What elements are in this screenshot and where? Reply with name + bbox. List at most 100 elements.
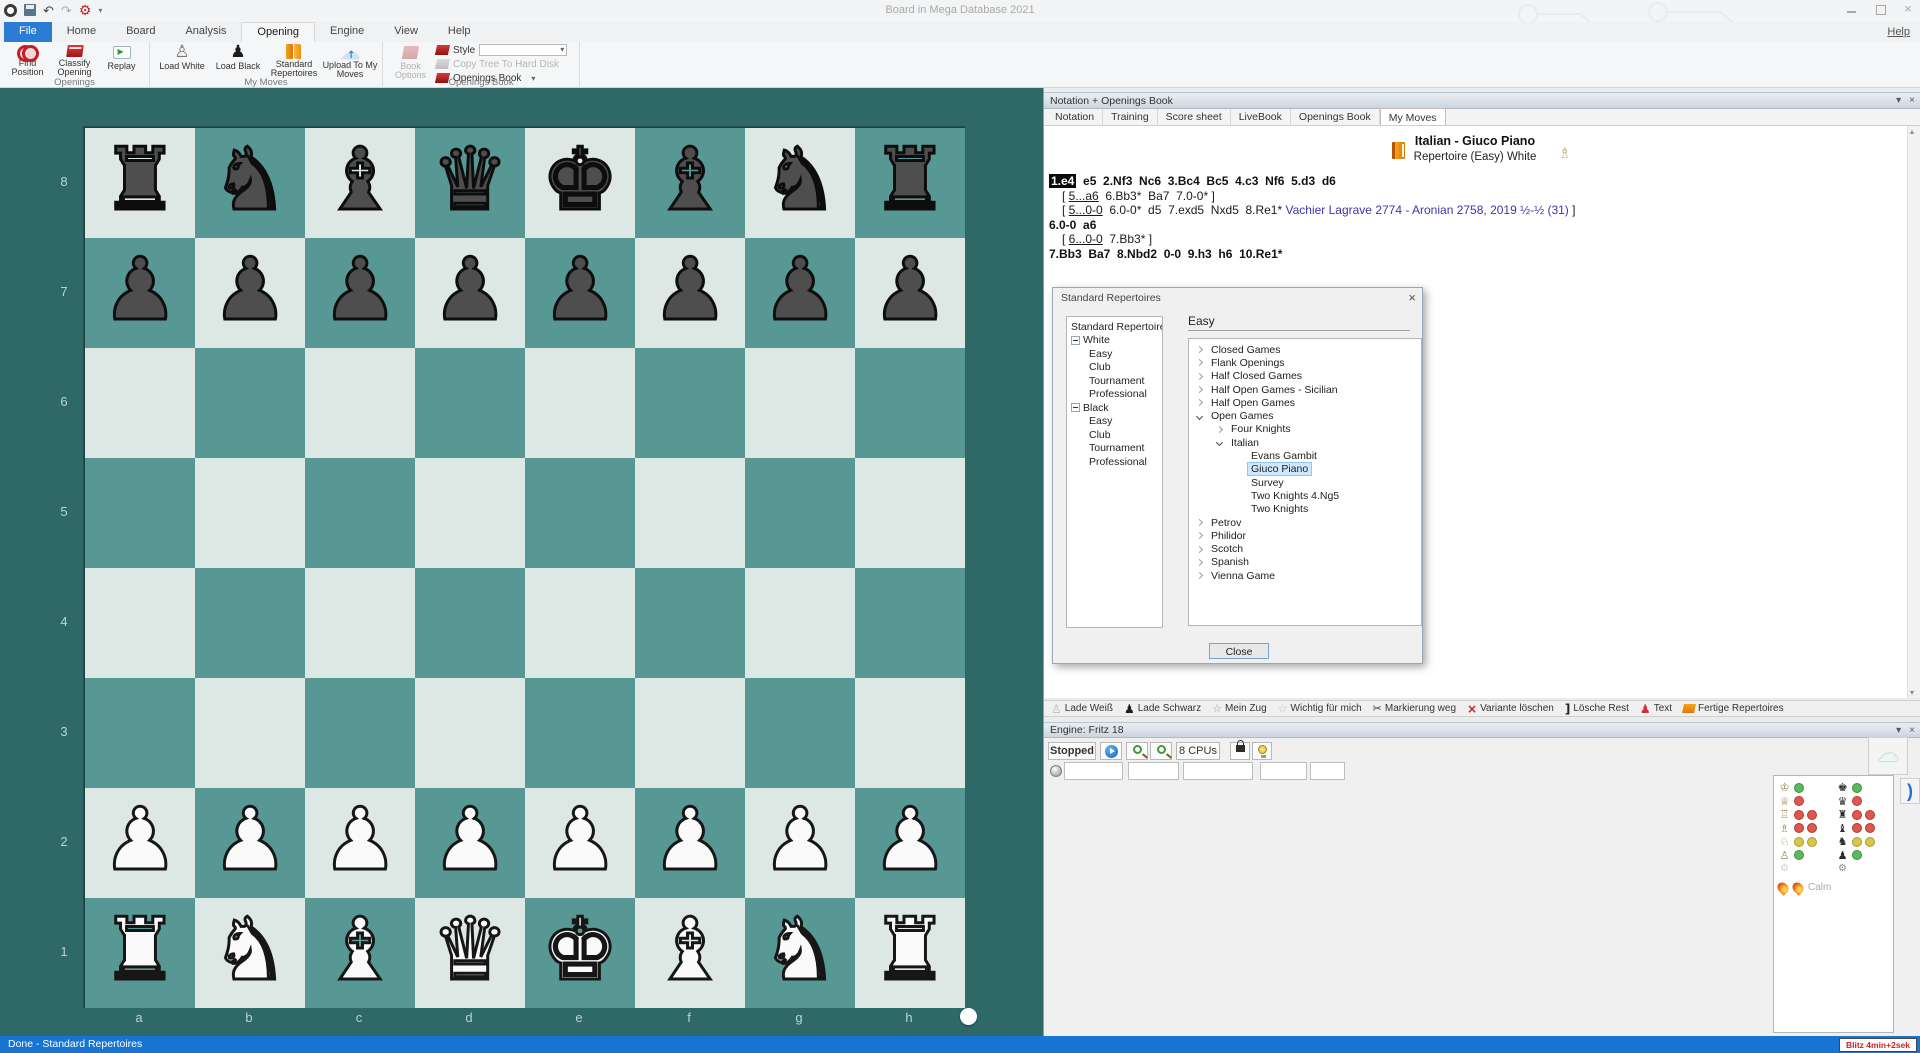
opening-item-italian[interactable]: Italian [1191, 436, 1421, 449]
chevron-right-icon[interactable] [1196, 532, 1203, 539]
square-g1[interactable]: ♞ [745, 898, 855, 1008]
piece-black-rook[interactable]: ♜ [85, 128, 195, 238]
piece-black-pawn[interactable]: ♟ [635, 238, 745, 348]
chevron-right-icon[interactable] [1216, 426, 1223, 433]
tree-item-white[interactable]: White [1071, 334, 1162, 348]
lade-wei-button[interactable]: ♙Lade Weiß [1051, 702, 1113, 716]
dialog-close-icon[interactable]: × [1408, 290, 1416, 305]
restore-icon[interactable] [1874, 4, 1886, 14]
square-d1[interactable]: ♛ [415, 898, 525, 1008]
piece-white-pawn[interactable]: ♟ [635, 788, 745, 898]
square-b2[interactable]: ♟ [195, 788, 305, 898]
ribbon-tab-home[interactable]: Home [52, 22, 111, 42]
move[interactable]: 6.0-0 a6 [1049, 218, 1096, 232]
ribbon-tab-file[interactable]: File [4, 22, 52, 42]
piece-white-pawn[interactable]: ♟ [525, 788, 635, 898]
ribbon-tab-help[interactable]: Help [433, 22, 486, 42]
close-button[interactable]: Close [1209, 643, 1269, 659]
opening-item-two-knights-4-ng5[interactable]: Two Knights 4.Ng5 [1191, 489, 1421, 502]
square-d7[interactable]: ♟ [415, 238, 525, 348]
square-c1[interactable]: ♝ [305, 898, 415, 1008]
square-d3[interactable] [415, 678, 525, 788]
chevron-right-icon[interactable] [1196, 373, 1203, 380]
scroll-down-icon[interactable]: ▾ [1910, 688, 1914, 697]
tab-my-moves[interactable]: My Moves [1380, 108, 1446, 125]
piece-white-pawn[interactable]: ♟ [85, 788, 195, 898]
tree-item-professional[interactable]: Professional [1071, 388, 1162, 402]
piece-black-bishop[interactable]: ♝ [635, 128, 745, 238]
game-reference[interactable]: Vachier Lagrave 2774 - Aronian 2758, 201… [1285, 203, 1568, 217]
move[interactable]: 5...a6 [1069, 189, 1099, 203]
chevron-right-icon[interactable] [1196, 519, 1203, 526]
square-h7[interactable]: ♟ [855, 238, 965, 348]
square-a4[interactable] [85, 568, 195, 678]
scroll-up-icon[interactable]: ▴ [1910, 127, 1914, 136]
move[interactable]: ] [1569, 203, 1576, 217]
tree-item-club[interactable]: Club [1071, 361, 1162, 375]
piece-white-knight[interactable]: ♞ [195, 898, 305, 1008]
move[interactable]: e5 2.Nf3 Nc6 3.Bc4 Bc5 4.c3 Nf6 5.d3 d6 [1076, 174, 1335, 188]
piece-black-pawn[interactable]: ♟ [525, 238, 635, 348]
square-h8[interactable]: ♜ [855, 128, 965, 238]
find-position-button[interactable]: Find Position [4, 43, 51, 77]
chevron-right-icon[interactable] [1196, 386, 1203, 393]
mein-zug-button[interactable]: ☆Mein Zug [1212, 702, 1267, 715]
square-e4[interactable] [525, 568, 635, 678]
piece-black-pawn[interactable]: ♟ [195, 238, 305, 348]
square-g3[interactable] [745, 678, 855, 788]
square-g2[interactable]: ♟ [745, 788, 855, 898]
opening-item-half-open-games-sicilian[interactable]: Half Open Games - Sicilian [1191, 383, 1421, 396]
piece-black-pawn[interactable]: ♟ [415, 238, 525, 348]
square-c2[interactable]: ♟ [305, 788, 415, 898]
wichtig-f-r-mich-button[interactable]: ☆Wichtig für mich [1278, 702, 1362, 715]
opening-item-half-open-games[interactable]: Half Open Games [1191, 396, 1421, 409]
opening-item-petrov[interactable]: Petrov [1191, 516, 1421, 529]
piece-black-queen[interactable]: ♛ [415, 128, 525, 238]
square-e2[interactable]: ♟ [525, 788, 635, 898]
opening-item-scotch[interactable]: Scotch [1191, 542, 1421, 555]
white-to-move-indicator[interactable] [960, 1008, 977, 1025]
analysis-button[interactable] [1150, 742, 1172, 760]
move[interactable]: 6...0-0 [1069, 232, 1103, 246]
tree-item-standard-repertoires[interactable]: Standard Repertoires [1071, 320, 1162, 334]
square-b7[interactable]: ♟ [195, 238, 305, 348]
move[interactable]: 6.Bb3* Ba7 7.0-0* ] [1099, 189, 1215, 203]
opening-item-vienna-game[interactable]: Vienna Game [1191, 569, 1421, 582]
tree-item-easy[interactable]: Easy [1071, 415, 1162, 429]
chevron-down-icon[interactable] [1196, 413, 1203, 420]
piece-white-knight[interactable]: ♞ [745, 898, 855, 1008]
engine-menu-icon[interactable]: ▾ [1896, 725, 1901, 736]
add-engine-button[interactable] [1126, 742, 1148, 760]
stopped-button[interactable]: Stopped [1048, 742, 1096, 760]
square-a1[interactable]: ♜ [85, 898, 195, 1008]
piece-white-pawn[interactable]: ♟ [195, 788, 305, 898]
piece-white-pawn[interactable]: ♟ [415, 788, 525, 898]
opening-item-spanish[interactable]: Spanish [1191, 556, 1421, 569]
replay-button[interactable]: Replay [98, 43, 145, 77]
chess-board[interactable]: ♜♞♝♛♚♝♞♜♟♟♟♟♟♟♟♟♟♟♟♟♟♟♟♟♜♞♝♛♚♝♞♜ [84, 127, 964, 1007]
tree-item-tournament[interactable]: Tournament [1071, 374, 1162, 388]
panel-menu-icon[interactable]: ▾ [1896, 95, 1901, 106]
square-a6[interactable] [85, 348, 195, 458]
tree-item-black[interactable]: Black [1071, 401, 1162, 415]
square-b4[interactable] [195, 568, 305, 678]
minimize-icon[interactable] [1846, 4, 1858, 14]
piece-white-bishop[interactable]: ♝ [635, 898, 745, 1008]
square-f7[interactable]: ♟ [635, 238, 745, 348]
piece-white-pawn[interactable]: ♟ [855, 788, 965, 898]
copy-tree-button[interactable]: Copy Tree To Hard Disk [436, 58, 567, 70]
tree-item-easy[interactable]: Easy [1071, 347, 1162, 361]
move[interactable]: [ [1062, 203, 1069, 217]
square-e1[interactable]: ♚ [525, 898, 635, 1008]
ribbon-tab-opening[interactable]: Opening [241, 22, 315, 42]
piece-white-rook[interactable]: ♜ [85, 898, 195, 1008]
opening-item-two-knights[interactable]: Two Knights [1191, 503, 1421, 516]
cloud-engine-button[interactable]: ☁ [1868, 737, 1908, 775]
opening-item-closed-games[interactable]: Closed Games [1191, 343, 1421, 356]
cpu-count-button[interactable]: 8 CPUs [1176, 742, 1220, 760]
square-a5[interactable] [85, 458, 195, 568]
square-g4[interactable] [745, 568, 855, 678]
tab-training[interactable]: Training [1103, 109, 1158, 126]
collapse-icon[interactable] [1071, 336, 1080, 345]
text-button[interactable]: ♟Text [1640, 702, 1672, 716]
